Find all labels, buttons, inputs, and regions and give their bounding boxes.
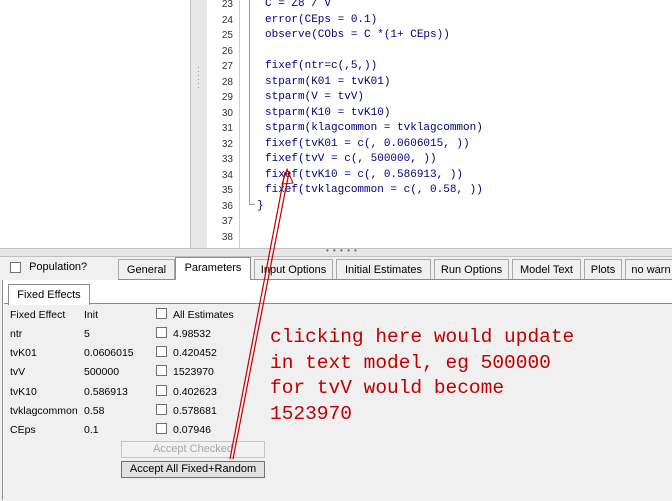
all-estimates-checkbox[interactable]	[156, 308, 167, 319]
row-name: ntr	[10, 328, 23, 340]
accept-checked-button[interactable]: Accept Checked	[121, 441, 265, 458]
row-name: tvklagcommon	[10, 405, 78, 417]
population-checkbox-row[interactable]: Population?	[10, 261, 87, 273]
population-label: Population?	[29, 261, 88, 274]
row-checkbox[interactable]	[156, 385, 167, 396]
row-estimate[interactable]: 0.420452	[173, 347, 217, 359]
row-estimate[interactable]: 1523970	[173, 366, 214, 378]
row-checkbox[interactable]	[156, 346, 167, 357]
line-number: 38	[221, 231, 233, 243]
line-number: 29	[221, 92, 233, 103]
line-number: 37	[221, 216, 233, 227]
line-text: C = Z8 / V	[265, 0, 332, 10]
splitter-grip-icon: • • • • •	[326, 246, 358, 255]
row-init: 0.58	[84, 405, 105, 417]
line-text: stparm(klagcommon = tvklagcommon)	[265, 122, 483, 134]
left-pane	[0, 0, 191, 248]
line-number: 35	[221, 185, 233, 196]
header-all-estimates: All Estimates	[173, 309, 234, 321]
line-text: stparm(V = tvV)	[265, 91, 365, 103]
tab-plots[interactable]: Plots	[584, 259, 622, 279]
row-checkbox[interactable]	[156, 404, 167, 415]
line-text: fixef(tvklagcommon = c(, 0.58, ))	[265, 184, 483, 196]
line-text: stparm(K01 = tvK01)	[265, 75, 391, 88]
row-estimate[interactable]: 0.07946	[173, 424, 211, 436]
row-estimate[interactable]: 0.578681	[173, 405, 217, 417]
row-init: 0.0606015	[84, 347, 134, 359]
annotation-text: clicking here would update in text model…	[270, 325, 670, 427]
accept-all-button[interactable]: Accept All Fixed+Random	[121, 461, 265, 478]
row-checkbox[interactable]	[156, 423, 167, 434]
tab-initial-estimates[interactable]: Initial Estimates	[336, 259, 431, 279]
row-init: 500000	[84, 366, 120, 378]
tab-no-warn[interactable]: no warn	[625, 259, 672, 279]
row-init: 0.1	[84, 424, 99, 436]
line-number: 32	[221, 138, 233, 150]
row-checkbox[interactable]	[156, 327, 167, 338]
line-text: fixef(tvK10 = c(, 0.586913, ))	[265, 168, 464, 181]
row-checkbox[interactable]	[156, 365, 167, 376]
left-pane-scrollbar[interactable]	[190, 0, 208, 248]
line-text: stparm(K10 = tvK10)	[265, 106, 391, 119]
fold-guide	[249, 0, 250, 204]
population-checkbox[interactable]	[10, 261, 21, 273]
header-init: Init	[84, 309, 99, 321]
annotation-line: in text model, eg 500000	[270, 351, 551, 374]
row-name: tvK01	[10, 347, 37, 359]
line-number: 24	[221, 14, 233, 26]
line-number: 30	[221, 107, 233, 119]
line-text: observe(CObs = C *(1+ CEps))	[265, 29, 450, 41]
tab-model-text[interactable]: Model Text	[512, 259, 581, 279]
row-estimate[interactable]: 4.98532	[173, 328, 211, 340]
row-init: 0.586913	[84, 386, 128, 398]
annotation-line: 1523970	[270, 402, 352, 425]
line-number: 28	[221, 76, 233, 88]
row-name: CEps	[10, 424, 36, 436]
row-name: tvK10	[10, 386, 37, 398]
line-number: 26	[221, 45, 233, 57]
vertical-splitter-grip[interactable]: · · · · · ·	[197, 64, 200, 92]
line-number: 27	[221, 61, 233, 72]
line-text: }	[257, 199, 264, 212]
line-text: error(CEps = 0.1)	[265, 13, 378, 26]
line-number: 33	[221, 154, 233, 165]
line-text: fixef(tvK01 = c(, 0.0606015, ))	[265, 137, 470, 150]
line-text: fixef(ntr=c(,5,))	[265, 60, 378, 72]
tab-input-options[interactable]: Input Options	[254, 259, 333, 279]
horizontal-splitter[interactable]: • • • • •	[0, 246, 672, 257]
line-number: 36	[221, 200, 233, 212]
tab-parameters[interactable]: Parameters	[175, 257, 251, 280]
row-name: tvV	[10, 366, 26, 378]
line-number: 23	[221, 0, 233, 10]
row-estimate[interactable]: 0.402623	[173, 386, 217, 398]
line-number: 31	[221, 123, 233, 134]
header-fixed-effect: Fixed Effect	[10, 309, 66, 321]
annotation-line: clicking here would update	[270, 326, 575, 348]
tab-run-options[interactable]: Run Options	[434, 259, 509, 279]
line-number: 25	[221, 30, 233, 41]
model-text-editor[interactable]: 23 C = Z8 / V 24 error(CEps = 0.1) 25 observe…	[207, 0, 672, 248]
tab-general[interactable]: General	[118, 259, 175, 279]
line-text: fixef(tvV = c(, 500000, ))	[265, 153, 437, 165]
fold-guide-end	[249, 204, 255, 205]
annotation-line: for tvV would become	[270, 377, 505, 399]
line-number: 34	[221, 169, 233, 181]
row-init: 5	[84, 328, 90, 340]
tab-fixed-effects[interactable]: Fixed Effects	[8, 284, 90, 305]
